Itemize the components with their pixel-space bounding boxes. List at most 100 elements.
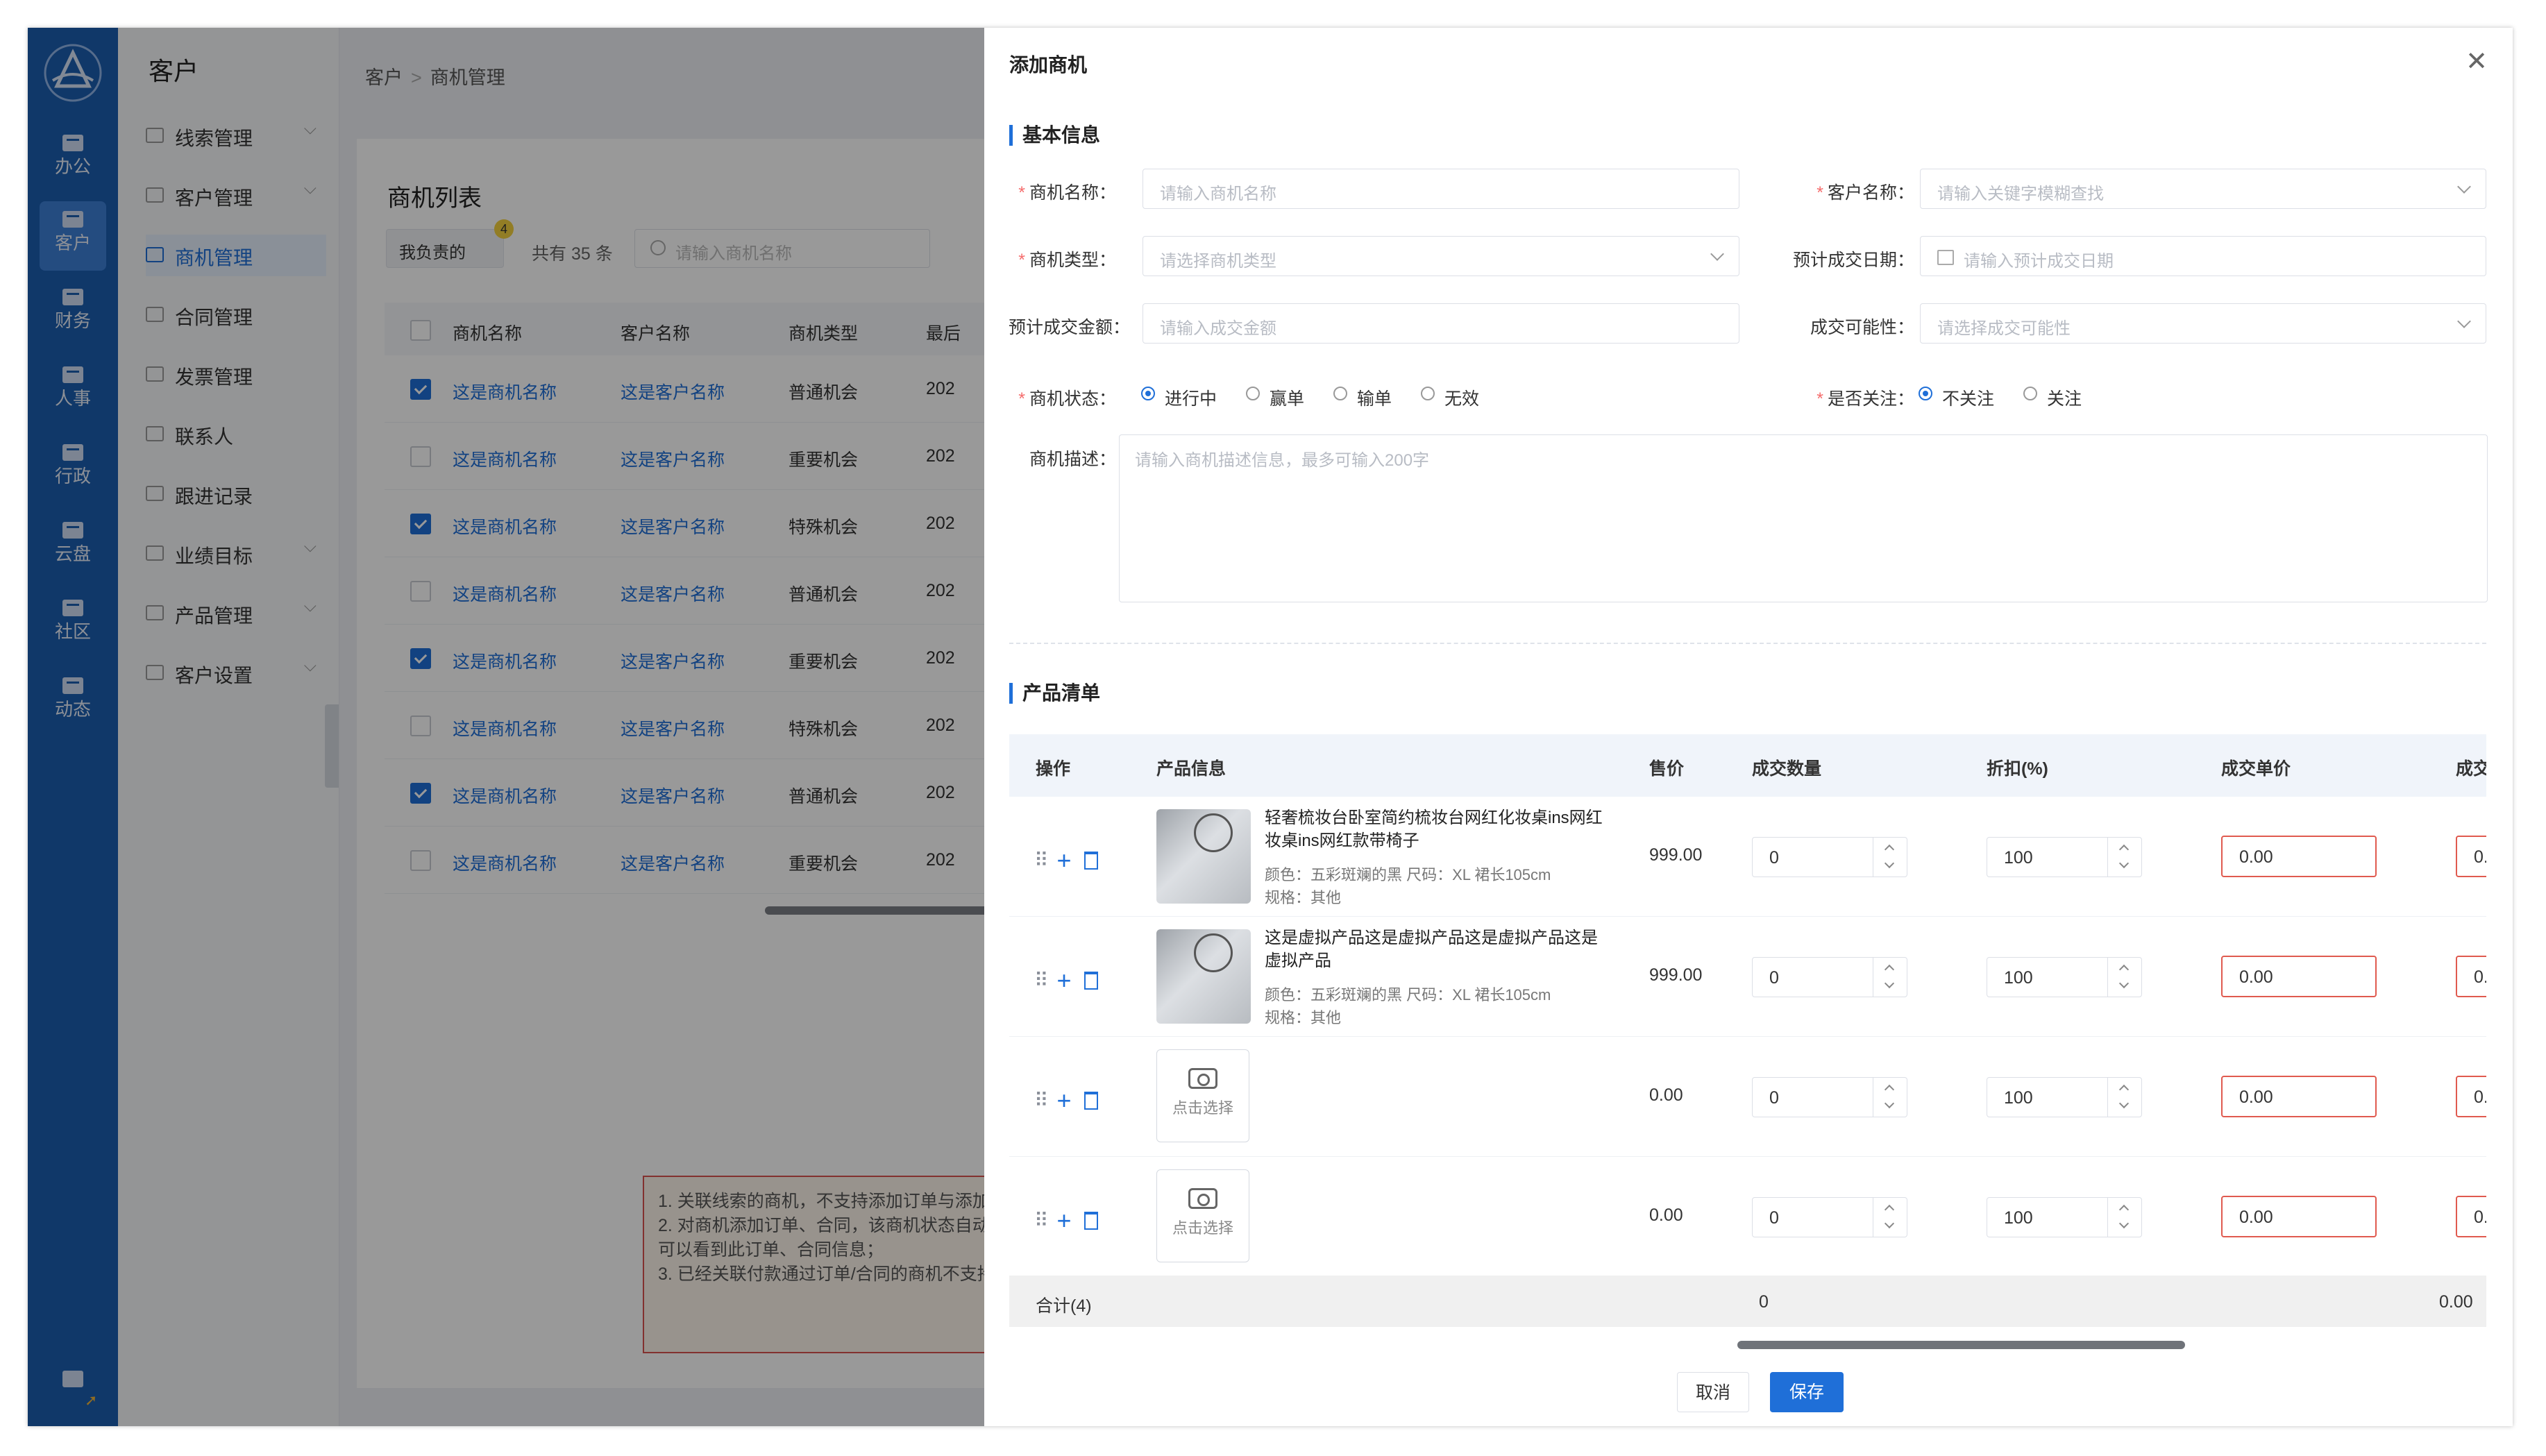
section-divider (1009, 643, 2486, 644)
follow-radio-yes[interactable]: 关注 (2023, 385, 2082, 410)
add-row-icon[interactable]: + (1057, 846, 1072, 874)
close-icon[interactable]: ✕ (2465, 46, 2488, 77)
product-name: 这是虚拟产品这是虚拟产品这是虚拟产品这是虚拟产品 (1265, 929, 1598, 970)
row-operations: ⠿ + (1034, 1084, 1098, 1115)
stepper-arrows-icon[interactable] (1873, 1078, 1907, 1117)
product-row: ⠿ + 这是虚拟产品这是虚拟产品这是虚拟产品这是虚拟产品 颜色：五彩斑斓的黑 尺码：X… (1009, 917, 2486, 1037)
unit-price-input[interactable]: 0.00 (2221, 1196, 2377, 1237)
status-radio-invalid[interactable]: 无效 (1421, 385, 1479, 410)
product-table: 操作 产品信息 售价 成交数量 折扣(%) 成交单价 成交总 ⠿+轻奢梳妆台卧室… (1009, 734, 2486, 1359)
unit-price-input[interactable]: 0.00 (2221, 1076, 2377, 1117)
quantity-stepper[interactable]: 0 (1752, 837, 1907, 877)
total-price-input[interactable]: 0.00 (2456, 1196, 2486, 1237)
delete-icon[interactable] (1084, 972, 1098, 990)
customer-label: * 客户名称： (1816, 183, 1914, 203)
customer-select[interactable]: 请输入关键字模糊查找 (1920, 169, 2486, 209)
status-radio-won[interactable]: 赢单 (1246, 385, 1304, 410)
probability-select[interactable]: 请选择成交可能性 (1920, 303, 2486, 344)
expected-amount-input[interactable]: 请输入成交金额 (1143, 303, 1739, 344)
follow-radio-no[interactable]: 不关注 (1919, 385, 1994, 410)
product-table-scrollbar[interactable] (1737, 1341, 2185, 1349)
delete-icon[interactable] (1084, 1212, 1098, 1230)
quantity-stepper[interactable]: 0 (1752, 1197, 1907, 1237)
discount-stepper[interactable]: 100 (1987, 837, 2142, 877)
row-operations: ⠿ + (1034, 844, 1098, 874)
camera-icon (1188, 1188, 1217, 1209)
total-price-input[interactable]: 0.00 (2456, 836, 2486, 877)
quantity-stepper[interactable]: 0 (1752, 1077, 1907, 1117)
sale-price: 999.00 (1649, 965, 1703, 985)
status-radio-group: 进行中 赢单 输单 无效 (1141, 385, 1508, 410)
add-row-icon[interactable]: + (1057, 966, 1072, 994)
description-label: 商机描述： (1029, 450, 1116, 469)
status-radio-ongoing[interactable]: 进行中 (1141, 385, 1217, 410)
stepper-arrows-icon[interactable] (2107, 1078, 2141, 1117)
add-opportunity-drawer: 添加商机 ✕ 基本信息 * 商机名称： 请输入商机名称 * 客户名称： 请输入关键字… (984, 28, 2513, 1426)
save-button[interactable]: 保存 (1770, 1372, 1844, 1412)
product-name: 轻奢梳妆台卧室简约梳妆台网红化妆桌ins网红妆桌ins网红款带椅子 (1265, 809, 1603, 850)
add-row-icon[interactable]: + (1057, 1206, 1072, 1235)
stepper-arrows-icon[interactable] (2107, 1198, 2141, 1237)
stepper-arrows-icon[interactable] (1873, 838, 1907, 877)
type-label: * 商机类型： (1018, 251, 1116, 270)
follow-radio-group: 不关注 关注 (1919, 385, 2111, 410)
camera-icon (1188, 1068, 1217, 1089)
opportunity-type-select[interactable]: 请选择商机类型 (1143, 236, 1739, 276)
unit-price-input[interactable]: 0.00 (2221, 836, 2377, 877)
chevron-down-icon (2457, 180, 2471, 194)
chevron-down-icon (1710, 247, 1724, 261)
delete-icon[interactable] (1084, 1092, 1098, 1110)
sale-price: 0.00 (1649, 1085, 1683, 1105)
quantity-stepper[interactable]: 0 (1752, 957, 1907, 997)
drag-handle-icon[interactable]: ⠿ (1034, 1210, 1048, 1231)
discount-stepper[interactable]: 100 (1987, 1077, 2142, 1117)
total-price-input[interactable]: 0.00 (2456, 1076, 2486, 1117)
cancel-button[interactable]: 取消 (1677, 1372, 1749, 1412)
probability-label: 成交可能性： (1810, 318, 1914, 337)
stepper-arrows-icon[interactable] (1873, 1198, 1907, 1237)
add-row-icon[interactable]: + (1057, 1086, 1072, 1115)
opportunity-name-input[interactable]: 请输入商机名称 (1143, 169, 1739, 209)
drag-handle-icon[interactable]: ⠿ (1034, 970, 1048, 991)
status-radio-lost[interactable]: 输单 (1333, 385, 1392, 410)
modal-overlay[interactable] (28, 28, 984, 1426)
sale-price: 999.00 (1649, 845, 1703, 865)
product-row: ⠿ + 轻奢梳妆台卧室简约梳妆台网红化妆桌ins网红妆桌ins网红款带椅子 颜色：五彩… (1009, 797, 2486, 917)
drag-handle-icon[interactable]: ⠿ (1034, 849, 1048, 871)
drawer-title: 添加商机 (1009, 54, 1088, 76)
total-price-input[interactable]: 0.00 (2456, 956, 2486, 997)
date-label: 预计成交日期： (1792, 251, 1914, 270)
stepper-arrows-icon[interactable] (2107, 838, 2141, 877)
drag-handle-icon[interactable]: ⠿ (1034, 1090, 1048, 1111)
select-product-button[interactable]: 点击选择 (1156, 1049, 1249, 1142)
description-textarea[interactable]: 请输入商机描述信息，最多可输入200字 (1119, 434, 2488, 602)
product-image[interactable] (1156, 929, 1251, 1024)
product-row: ⠿+点击选择0.0001000.000.00 (1009, 1157, 2486, 1277)
product-image[interactable] (1156, 809, 1251, 904)
status-label: * 商机状态： (1018, 389, 1116, 409)
sale-price: 0.00 (1649, 1205, 1683, 1225)
product-spec: 颜色：五彩斑斓的黑 尺码：XL 裙长105cm 规格：其他 (1265, 866, 1551, 906)
product-table-header: 操作 产品信息 售价 成交数量 折扣(%) 成交单价 成交总 (1009, 734, 2486, 797)
name-label: * 商机名称： (1018, 183, 1116, 203)
stepper-arrows-icon[interactable] (1873, 958, 1907, 997)
basic-info-section-title: 基本信息 (1009, 125, 1100, 146)
follow-label: * 是否关注： (1816, 389, 1914, 409)
row-operations: ⠿ + (1034, 1204, 1098, 1235)
row-operations: ⠿ + (1034, 964, 1098, 994)
product-section-title: 产品清单 (1009, 683, 1100, 704)
product-spec: 颜色：五彩斑斓的黑 尺码：XL 裙长105cm 规格：其他 (1265, 986, 1551, 1026)
stepper-arrows-icon[interactable] (2107, 958, 2141, 997)
unit-price-input[interactable]: 0.00 (2221, 956, 2377, 997)
calendar-icon (1937, 250, 1954, 265)
select-product-button[interactable]: 点击选择 (1156, 1169, 1249, 1262)
delete-icon[interactable] (1084, 852, 1098, 870)
amount-label: 预计成交金额： (1008, 318, 1130, 337)
discount-stepper[interactable]: 100 (1987, 1197, 2142, 1237)
chevron-down-icon (2457, 314, 2471, 328)
app-window: 办公 客户 财务 人事 行政 云盘 社区 动态 ➚ 客户 线索管理 ⌵ 客户管理 ⌵… (28, 28, 2513, 1426)
discount-stepper[interactable]: 100 (1987, 957, 2142, 997)
expected-date-picker[interactable]: 请输入预计成交日期 (1920, 236, 2486, 276)
product-row: ⠿+点击选择0.0001000.000.00 (1009, 1037, 2486, 1157)
product-summary-row: 合计(4) 0 0.00 (1009, 1276, 2486, 1327)
